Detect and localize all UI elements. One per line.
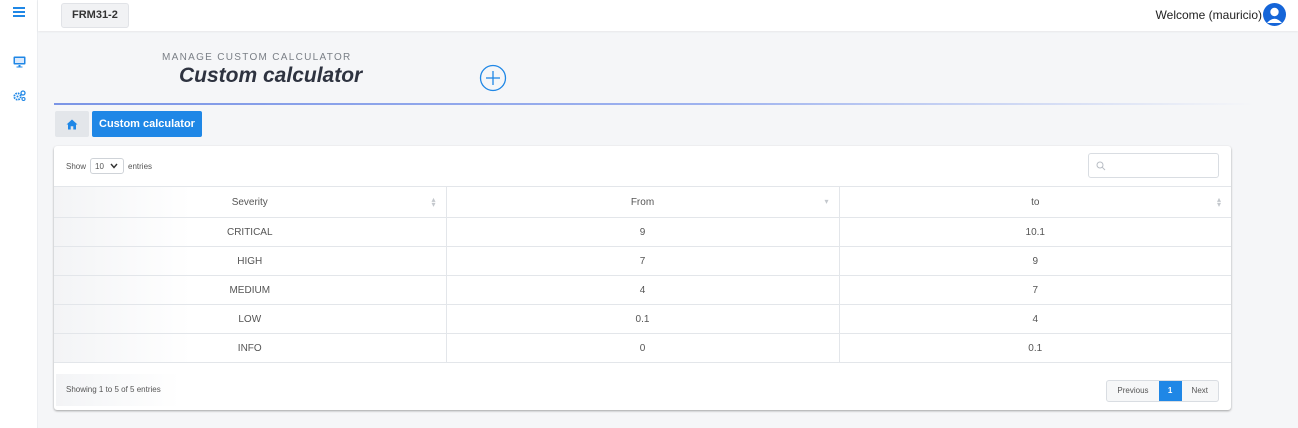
- page-length-control: Show 10 entries: [66, 158, 152, 174]
- sort-both-icon: ▴ ▾: [431, 195, 436, 209]
- chevron-down-icon: [110, 163, 118, 169]
- menu-icon[interactable]: [11, 4, 27, 20]
- next-button[interactable]: Next: [1182, 381, 1218, 401]
- severity-cell: LOW: [54, 304, 447, 334]
- table-row: CRITICAL 9 10.1: [54, 217, 1231, 247]
- to-cell: 4: [839, 304, 1231, 334]
- sort-both-icon: ▴ ▾: [1216, 195, 1221, 209]
- to-cell: 9: [839, 246, 1231, 276]
- welcome-text: Welcome (mauricio): [1155, 8, 1262, 22]
- table-row: LOW 0.1 4: [54, 304, 1231, 334]
- severity-cell: HIGH: [54, 246, 447, 276]
- add-calculator-button[interactable]: [479, 64, 507, 92]
- page-1-button[interactable]: 1: [1158, 381, 1182, 401]
- project-badge[interactable]: FRM31-2: [61, 3, 129, 28]
- breadcrumb-current[interactable]: Custom calculator: [92, 111, 202, 137]
- table-row: INFO 0 0.1: [54, 333, 1231, 363]
- to-cell: 10.1: [839, 217, 1231, 247]
- column-header-severity[interactable]: Severity ▴ ▾: [54, 186, 447, 218]
- severity-cell: INFO: [54, 333, 447, 363]
- show-label: Show: [66, 161, 87, 171]
- search-icon: [1096, 161, 1106, 171]
- previous-button[interactable]: Previous: [1107, 381, 1158, 401]
- from-cell: 4: [446, 275, 840, 305]
- severity-cell: CRITICAL: [54, 217, 447, 247]
- table-row: MEDIUM 4 7: [54, 275, 1231, 305]
- plus-circle-icon: [479, 64, 507, 92]
- page-header: MANAGE CUSTOM CALCULATOR Custom calculat…: [38, 31, 1298, 106]
- search-field[interactable]: [1088, 153, 1219, 178]
- home-icon: [66, 119, 78, 129]
- page-length-select[interactable]: 10: [90, 158, 125, 174]
- search-input[interactable]: [1111, 157, 1211, 174]
- table-header-row: Severity ▴ ▾ From ▾ to ▴ ▾: [54, 186, 1231, 218]
- page-subtitle: MANAGE CUSTOM CALCULATOR: [162, 52, 352, 63]
- from-cell: 7: [446, 246, 840, 276]
- user-avatar-icon[interactable]: [1263, 3, 1286, 26]
- monitor-icon[interactable]: [11, 54, 27, 70]
- column-header-to[interactable]: to ▴ ▾: [839, 186, 1231, 218]
- table-row: HIGH 7 9: [54, 246, 1231, 276]
- breadcrumb-home-button[interactable]: [55, 111, 89, 137]
- to-cell: 7: [839, 275, 1231, 305]
- page-title: Custom calculator: [179, 64, 363, 87]
- to-cell: 0.1: [839, 333, 1231, 363]
- sort-desc-icon: ▾: [824, 197, 829, 206]
- header-divider: [54, 103, 1254, 105]
- sidebar: [0, 0, 38, 428]
- from-cell: 0: [446, 333, 840, 363]
- top-bar: FRM31-2 Welcome (mauricio): [38, 0, 1298, 31]
- column-header-from[interactable]: From ▾: [446, 186, 840, 218]
- table-info: Showing 1 to 5 of 5 entries: [56, 374, 180, 406]
- pagination: Previous 1 Next: [1106, 380, 1219, 402]
- calculator-table-card: Show 10 entries Severity ▴ ▾ From ▾ to ▴…: [54, 146, 1231, 410]
- severity-table: Severity ▴ ▾ From ▾ to ▴ ▾ CRITICAL 9 10.1: [54, 186, 1231, 363]
- cogs-icon[interactable]: [11, 88, 27, 104]
- entries-label: entries: [128, 161, 153, 171]
- from-cell: 0.1: [446, 304, 840, 334]
- from-cell: 9: [446, 217, 840, 247]
- page-length-value: 10: [95, 161, 104, 171]
- severity-cell: MEDIUM: [54, 275, 447, 305]
